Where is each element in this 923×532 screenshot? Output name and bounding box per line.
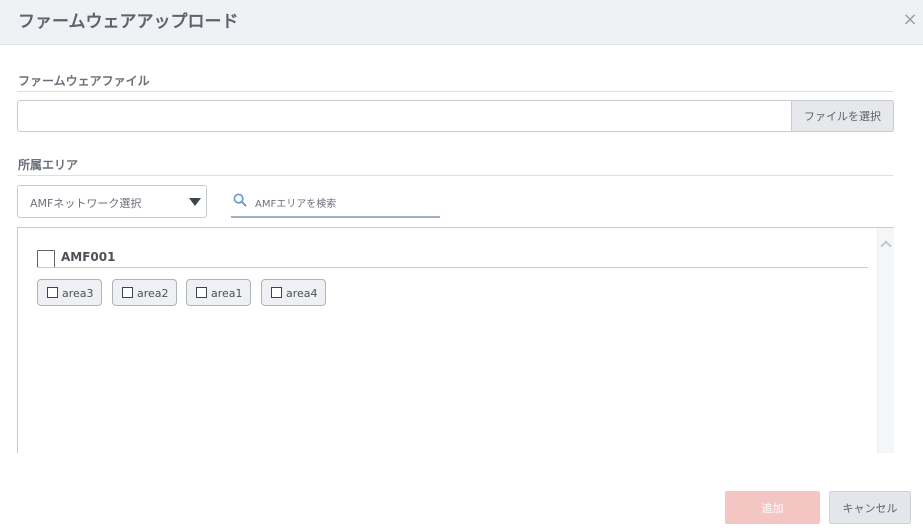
area-chip[interactable]: area1 [186,279,251,306]
area-checkbox[interactable] [47,287,58,298]
firmware-file-field[interactable] [17,100,791,132]
area-chip-label: area1 [211,287,243,300]
amf-network-select[interactable]: AMFネットワーク選択 [17,185,207,218]
area-section-label: 所属エリア [18,158,79,172]
amf-network-select-value: AMFネットワーク選択 [30,197,142,210]
close-icon[interactable]: × [900,10,920,30]
area-chip-label: area2 [137,287,169,300]
section-divider [17,175,893,176]
firmware-file-label: ファームウェアファイル [18,74,150,88]
select-file-button[interactable]: ファイルを選択 [791,100,894,132]
cancel-button[interactable]: キャンセル [829,491,911,524]
area-chip-label: area3 [62,287,94,300]
caret-down-icon [189,198,201,206]
area-list-panel [17,227,894,453]
area-checkbox[interactable] [271,287,282,298]
dialog-title: ファームウェアアップロード [18,12,239,32]
area-chip[interactable]: area4 [261,279,326,306]
area-chip[interactable]: area2 [112,279,177,306]
scroll-up-icon[interactable] [880,240,892,252]
add-button[interactable]: 追加 [725,491,820,524]
search-placeholder: AMFエリアを検索 [255,199,337,210]
group-label: AMF001 [61,250,116,264]
group-checkbox-amf001[interactable] [37,250,55,268]
amf-area-search[interactable]: AMFエリアを検索 [231,191,440,218]
area-chip[interactable]: area3 [37,279,102,306]
area-list-scrollbar[interactable] [877,228,894,453]
area-checkbox[interactable] [122,287,133,298]
section-divider [17,91,893,92]
search-icon [233,193,247,207]
area-checkbox[interactable] [196,287,207,298]
group-divider [37,267,868,268]
area-chip-label: area4 [286,287,318,300]
dialog-header: ファームウェアアップロード × [0,0,923,45]
